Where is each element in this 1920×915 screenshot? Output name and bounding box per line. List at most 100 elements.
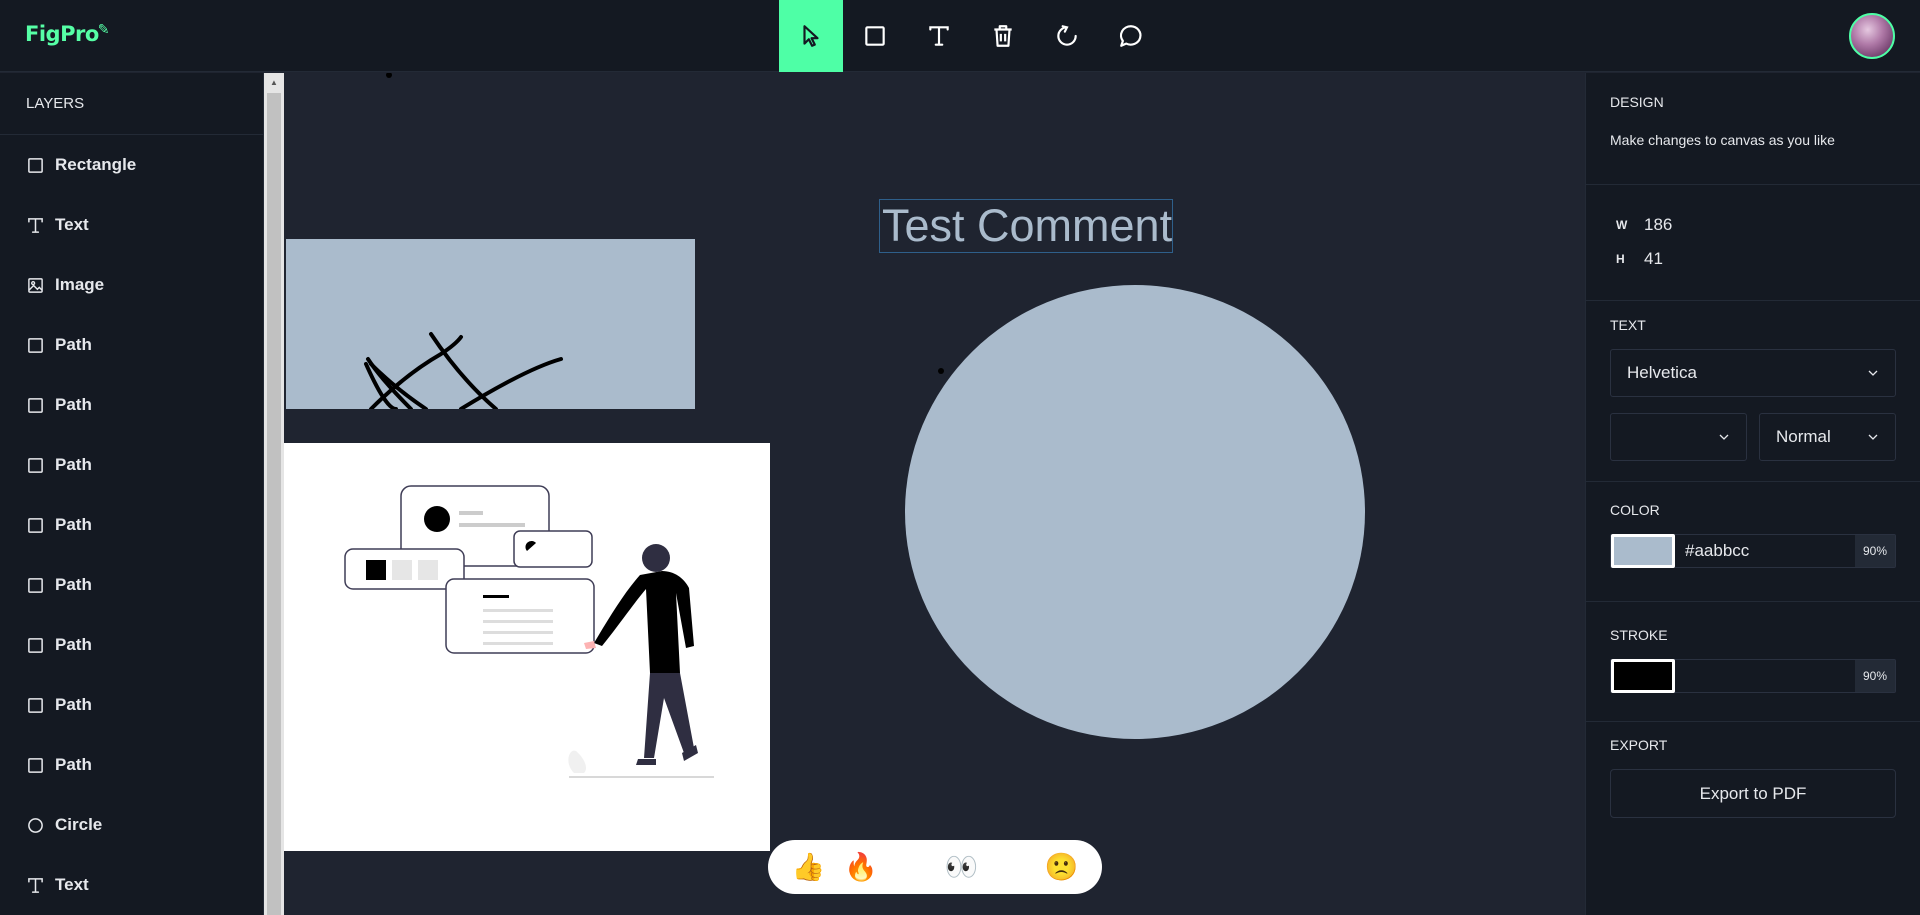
circle-icon	[26, 816, 44, 834]
text-title: TEXT	[1610, 317, 1646, 333]
layer-item-label: Text	[55, 875, 89, 894]
layer-item-path[interactable]: Path	[0, 315, 263, 375]
chevron-down-icon	[1868, 370, 1878, 376]
layer-item-label: Path	[55, 455, 92, 474]
square-icon	[26, 756, 44, 774]
select-tool-button[interactable]	[779, 0, 843, 72]
cursor-icon	[803, 25, 819, 47]
reaction-bar: 👍 🔥 😍 👀 😱 🙁	[768, 840, 1102, 894]
color-section: COLOR #aabbcc 90%	[1586, 482, 1920, 602]
text-icon	[26, 876, 44, 894]
layer-item-label: Path	[55, 395, 92, 414]
delete-tool-button[interactable]	[971, 0, 1035, 72]
layer-item-path[interactable]: Path	[0, 435, 263, 495]
color-title: COLOR	[1610, 502, 1660, 518]
image-icon	[26, 276, 44, 294]
reaction-heart-eyes[interactable]: 😍	[897, 852, 925, 883]
design-section: DESIGN Make changes to canvas as you lik…	[1586, 73, 1920, 185]
square-icon	[26, 516, 44, 534]
reaction-eyes[interactable]: 👀	[945, 851, 979, 883]
rectangle-tool-button[interactable]	[843, 0, 907, 72]
design-title: DESIGN	[1610, 94, 1664, 110]
layer-item-path[interactable]: Path	[0, 615, 263, 675]
scroll-up-icon[interactable]: ▲	[264, 73, 284, 91]
sidebar-scrollbar[interactable]: ▲	[264, 73, 284, 915]
font-family-select[interactable]: Helvetica	[1610, 349, 1896, 397]
reset-tool-button[interactable]	[1035, 0, 1099, 72]
reaction-fire[interactable]: 🔥	[844, 851, 878, 883]
stroke-picker[interactable]: 90%	[1610, 659, 1896, 693]
text-tool-button[interactable]	[907, 0, 971, 72]
export-section: EXPORT Export to PDF	[1586, 722, 1920, 818]
canvas-text-element[interactable]: Test Comment	[879, 199, 1173, 253]
tool-bar	[779, 0, 1163, 72]
dimensions-section: W 186 H 41	[1586, 185, 1920, 301]
app-logo[interactable]: FigPro✎	[25, 22, 110, 46]
freehand-path[interactable]	[286, 239, 695, 440]
design-subtitle: Make changes to canvas as you like	[1610, 132, 1835, 148]
canvas-rectangle[interactable]	[286, 239, 695, 440]
height-row[interactable]: H 41	[1610, 229, 1896, 289]
stroke-swatch[interactable]	[1611, 659, 1675, 693]
color-swatch[interactable]	[1611, 534, 1675, 568]
layer-item-path[interactable]: Path	[0, 675, 263, 735]
layer-item-label: Rectangle	[55, 155, 137, 174]
path-point	[938, 368, 944, 374]
layer-item-label: Image	[55, 275, 105, 294]
design-canvas[interactable]: Test Comment 👍 🔥 😍 👀 😱 🙁	[284, 73, 1585, 915]
user-avatar[interactable]	[1849, 13, 1895, 59]
comment-tool-button[interactable]	[1099, 0, 1163, 72]
chevron-down-icon	[1868, 434, 1878, 440]
font-weight-select[interactable]: Normal	[1759, 413, 1896, 461]
square-icon	[26, 396, 44, 414]
layer-item-text[interactable]: Text	[0, 855, 263, 915]
layer-item-image[interactable]: Image	[0, 255, 263, 315]
color-picker[interactable]: #aabbcc 90%	[1610, 534, 1896, 568]
illustration-image[interactable]	[284, 443, 770, 851]
reload-icon	[1057, 25, 1077, 46]
stroke-opacity[interactable]: 90%	[1855, 660, 1895, 692]
layer-item-path[interactable]: Path	[0, 735, 263, 795]
height-input[interactable]: 41	[1644, 249, 1663, 269]
reaction-scream[interactable]: 😱	[997, 852, 1025, 883]
font-size-select[interactable]	[1610, 413, 1747, 461]
scrollbar-thumb[interactable]	[267, 93, 281, 915]
layer-item-path[interactable]: Path	[0, 555, 263, 615]
width-input[interactable]: 186	[1644, 215, 1672, 235]
font-weight-value: Normal	[1776, 427, 1831, 446]
text-section: TEXT Helvetica Normal	[1586, 301, 1920, 482]
layer-item-text[interactable]: Text	[0, 195, 263, 255]
square-icon	[26, 696, 44, 714]
reaction-thumbs-up[interactable]: 👍	[792, 851, 826, 883]
layer-item-path[interactable]: Path	[0, 375, 263, 435]
text-icon	[26, 216, 44, 234]
layer-item-label: Path	[55, 575, 92, 594]
top-navbar: FigPro✎	[0, 0, 1920, 72]
square-icon	[26, 156, 44, 174]
layer-item-label: Path	[55, 635, 92, 654]
square-icon	[26, 456, 44, 474]
layer-list: Rectangle Text Image Path Path Path Path Path Pa…	[0, 135, 263, 915]
height-label: H	[1616, 252, 1625, 266]
color-hex-input[interactable]: #aabbcc	[1685, 541, 1749, 561]
canvas-circle[interactable]	[905, 285, 1365, 739]
width-label: W	[1616, 218, 1628, 232]
color-opacity[interactable]: 90%	[1855, 535, 1895, 567]
layer-item-rectangle[interactable]: Rectangle	[0, 135, 263, 195]
layer-item-circle[interactable]: Circle	[0, 795, 263, 855]
square-icon	[865, 26, 885, 46]
layer-item-label: Path	[55, 515, 92, 534]
export-pdf-button[interactable]: Export to PDF	[1610, 769, 1896, 818]
stroke-title: STROKE	[1610, 627, 1668, 643]
text-icon	[929, 26, 949, 46]
font-family-value: Helvetica	[1627, 363, 1697, 382]
trash-icon	[994, 25, 1012, 47]
layers-sidebar: LAYERS Rectangle Text Image Path Path Path Pat…	[0, 73, 264, 915]
square-icon	[26, 336, 44, 354]
layer-item-path[interactable]: Path	[0, 495, 263, 555]
square-icon	[26, 576, 44, 594]
layer-item-label: Path	[55, 335, 92, 354]
reaction-frown[interactable]: 🙁	[1045, 851, 1079, 883]
chevron-down-icon	[1719, 434, 1729, 440]
brush-icon: ✎	[97, 22, 110, 38]
